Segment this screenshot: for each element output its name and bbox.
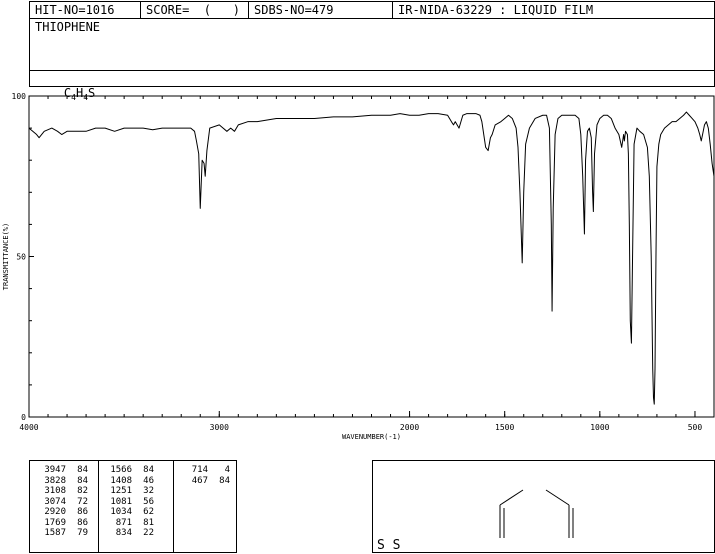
peak-row: 2920 86	[38, 507, 88, 518]
peak-wavenumber: 1081	[110, 496, 132, 507]
peak-column-divider	[98, 461, 99, 552]
peak-wavenumber: 1251	[110, 486, 132, 496]
peak-column-3: 714 4 467 84	[180, 465, 230, 486]
peak-row: 714 4	[180, 465, 230, 476]
peak-row: 871 81	[104, 518, 154, 529]
peak-transmittance: 62	[143, 507, 154, 517]
peak-wavenumber: 3828	[44, 475, 66, 486]
peak-wavenumber: 3947	[44, 465, 66, 475]
peak-row: 1408 46	[104, 476, 154, 487]
peak-wavenumber: 871	[115, 517, 132, 528]
x-tick-label: 4000	[19, 423, 38, 432]
y-tick-label: 100	[12, 92, 27, 101]
peak-row: 1587 79	[38, 528, 88, 539]
x-tick-label: 2000	[400, 423, 419, 432]
x-tick-label: 1000	[590, 423, 609, 432]
peak-transmittance: 81	[143, 517, 154, 528]
peak-transmittance: 22	[143, 528, 154, 538]
peak-wavenumber: 1408	[110, 475, 132, 486]
structure-label: S S	[377, 538, 401, 553]
peak-transmittance: 56	[143, 496, 154, 507]
peak-wavenumber: 1566	[110, 465, 132, 475]
peak-wavenumber: 2920	[44, 507, 66, 517]
peak-column-1: 3947 84 3828 84 3108 82 3074 72 2920 86 1769 86 1587…	[38, 465, 88, 539]
x-tick-label: 1500	[495, 423, 514, 432]
peak-row: 3074 72	[38, 497, 88, 508]
thiophene-structure-drawing	[499, 489, 574, 538]
x-tick-label: 500	[688, 423, 703, 432]
structure-panel: S S	[372, 460, 715, 553]
peak-wavenumber: 1587	[44, 528, 66, 538]
plot-frame	[28, 95, 715, 418]
peak-transmittance: 32	[143, 486, 154, 496]
peak-row: 1566 84	[104, 465, 154, 476]
peak-table: 3947 84 3828 84 3108 82 3074 72 2920 86 1769 86 1587…	[29, 460, 237, 553]
peak-column-divider	[173, 461, 174, 552]
y-tick-label: 0	[21, 413, 26, 422]
peak-wavenumber: 3074	[44, 496, 66, 507]
peak-transmittance: 86	[77, 517, 88, 528]
peak-row: 1251 32	[104, 486, 154, 497]
peak-transmittance: 79	[77, 528, 88, 538]
peak-wavenumber: 1769	[44, 517, 66, 528]
peak-wavenumber: 1034	[110, 507, 132, 517]
peak-row: 3947 84	[38, 465, 88, 476]
peak-row: 3828 84	[38, 476, 88, 487]
peak-transmittance: 84	[143, 465, 154, 475]
peak-column-2: 1566 84 1408 46 1251 32 1081 56 1034 62 871 81 834 22	[104, 465, 154, 539]
peak-transmittance: 84	[77, 475, 88, 486]
peak-row: 1081 56	[104, 497, 154, 508]
peak-row: 1034 62	[104, 507, 154, 518]
peak-row: 834 22	[104, 528, 154, 539]
peak-transmittance: 72	[77, 496, 88, 507]
peak-row: 1769 86	[38, 518, 88, 529]
peak-transmittance: 84	[219, 475, 230, 486]
spectrum-line	[28, 111, 715, 405]
peak-wavenumber: 3108	[44, 486, 66, 496]
peak-row: 467 84	[180, 476, 230, 487]
peak-wavenumber: 714	[191, 465, 208, 475]
peak-transmittance: 4	[224, 465, 230, 475]
peak-transmittance: 46	[143, 475, 154, 486]
peak-wavenumber: 467	[191, 475, 208, 486]
y-axis-label: TRANSMITTANCE(%)	[2, 223, 10, 290]
peak-transmittance: 84	[77, 465, 88, 475]
ir-spectrum-chart: 4000 3000 2000 1500 1000 500 0 50 100 WAVENUMBER(…	[2, 92, 715, 441]
y-tick-label: 50	[16, 253, 26, 262]
peak-wavenumber: 834	[115, 528, 132, 538]
x-axis-label: WAVENUMBER(-1)	[342, 433, 401, 441]
peak-row: 3108 82	[38, 486, 88, 497]
peak-transmittance: 86	[77, 507, 88, 517]
x-tick-label: 3000	[210, 423, 229, 432]
peak-transmittance: 82	[77, 486, 88, 496]
